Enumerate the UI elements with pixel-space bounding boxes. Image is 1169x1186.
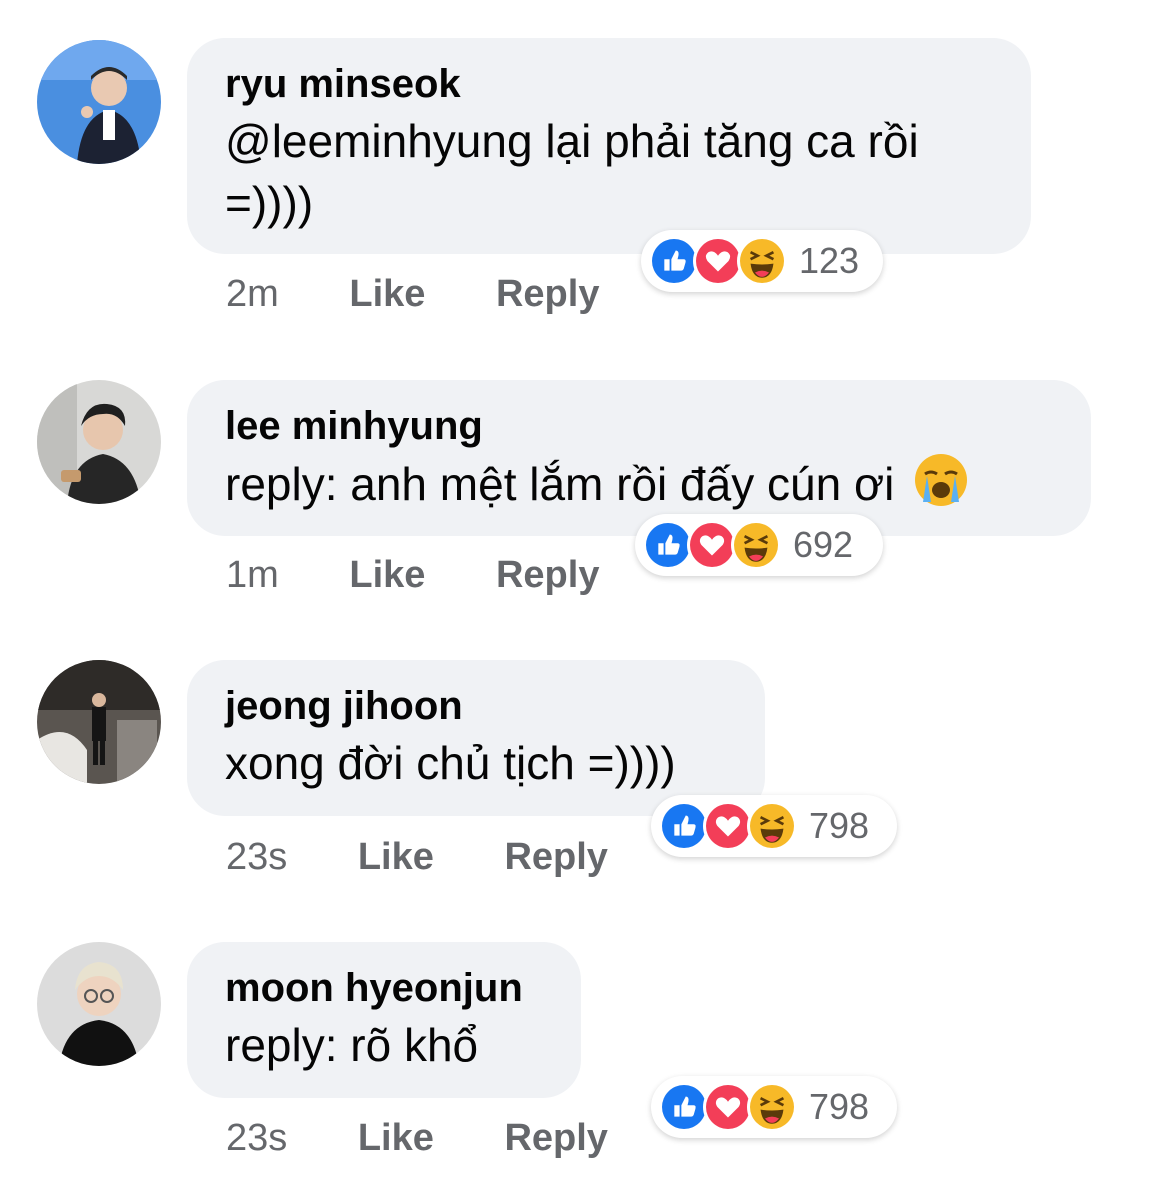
love-icon (687, 520, 737, 570)
comment-actions: 23s Like Reply (226, 835, 608, 879)
like-button[interactable]: Like (349, 553, 425, 597)
comment-text-content: reply: anh mệt lắm rồi đấy cún ơi (225, 458, 895, 510)
like-icon (643, 520, 693, 570)
comment-author[interactable]: ryu minseok (225, 60, 995, 108)
comment-text: reply: anh mệt lắm rồi đấy cún ơi (225, 452, 1055, 515)
avatar[interactable] (37, 942, 161, 1066)
reaction-count: 123 (799, 240, 860, 281)
comment-bubble: moon hyeonjun reply: rõ khổ (187, 942, 581, 1098)
reply-button[interactable]: Reply (496, 272, 599, 316)
reactions-summary[interactable]: 798 (651, 795, 897, 857)
avatar[interactable] (37, 380, 161, 504)
comment-actions: 1m Like Reply (226, 553, 599, 597)
avatar[interactable] (37, 40, 161, 164)
haha-icon (747, 1082, 797, 1132)
reaction-count: 798 (809, 805, 870, 846)
like-button[interactable]: Like (358, 1116, 434, 1160)
comment-author[interactable]: jeong jihoon (225, 682, 729, 730)
reaction-count: 692 (793, 524, 854, 565)
comment-actions: 23s Like Reply (226, 1116, 608, 1160)
comment-text: xong đời chủ tịch =)))) (225, 737, 676, 789)
comment-actions: 2m Like Reply (226, 272, 599, 316)
comment-text: @leeminhyung lại phải tăng ca rồi =)))) (225, 115, 919, 229)
reactions-summary[interactable]: 692 (635, 514, 883, 576)
reaction-count: 798 (809, 1086, 870, 1127)
comment-timestamp[interactable]: 23s (226, 1116, 287, 1160)
comment-author[interactable]: moon hyeonjun (225, 964, 545, 1012)
haha-icon (737, 236, 787, 286)
like-icon (659, 1082, 709, 1132)
like-icon (659, 801, 709, 851)
like-button[interactable]: Like (349, 272, 425, 316)
like-icon (649, 236, 699, 286)
reactions-summary[interactable]: 123 (641, 230, 883, 292)
reactions-summary[interactable]: 798 (651, 1076, 897, 1138)
like-button[interactable]: Like (358, 835, 434, 879)
haha-icon (731, 520, 781, 570)
comment-author[interactable]: lee minhyung (225, 402, 1055, 450)
reply-button[interactable]: Reply (496, 553, 599, 597)
comment-timestamp[interactable]: 2m (226, 272, 279, 316)
comment-bubble: lee minhyung reply: anh mệt lắm rồi đấy … (187, 380, 1091, 536)
reply-button[interactable]: Reply (504, 1116, 607, 1160)
love-icon (703, 1082, 753, 1132)
love-icon (703, 801, 753, 851)
comment-bubble: ryu minseok @leeminhyung lại phải tăng c… (187, 38, 1031, 254)
comment-timestamp[interactable]: 1m (226, 553, 279, 597)
comment-bubble: jeong jihoon xong đời chủ tịch =)))) (187, 660, 765, 816)
avatar[interactable] (37, 660, 161, 784)
love-icon (693, 236, 743, 286)
crying-face-icon (915, 454, 968, 506)
comment-timestamp[interactable]: 23s (226, 835, 287, 879)
reply-button[interactable]: Reply (504, 835, 607, 879)
comment-text: reply: rõ khổ (225, 1019, 479, 1071)
haha-icon (747, 801, 797, 851)
